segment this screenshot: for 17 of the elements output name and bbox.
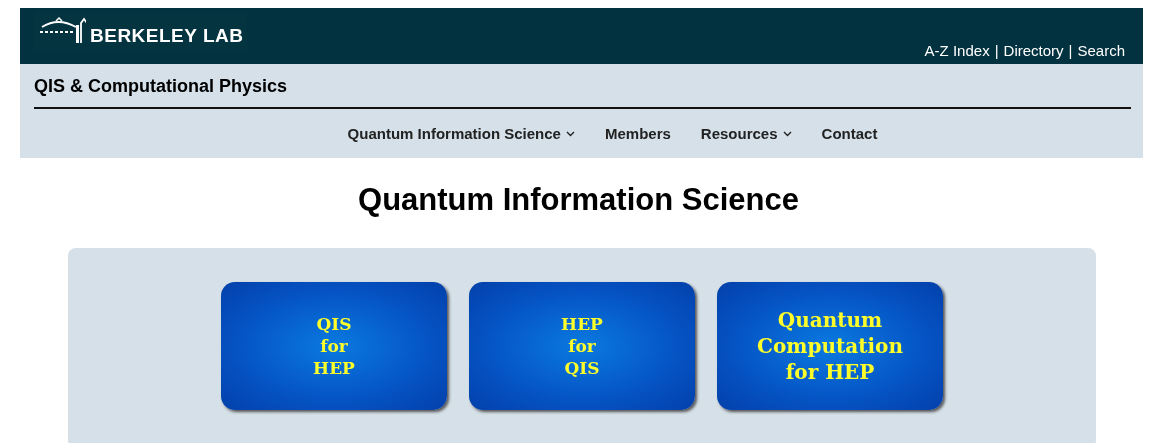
page-title: Quantum Information Science xyxy=(357,181,800,219)
link-separator: | xyxy=(994,42,999,59)
topic-tile[interactable]: HEP for QIS xyxy=(469,282,695,410)
caret-icon xyxy=(565,130,575,137)
nav-link[interactable]: Members xyxy=(604,125,671,142)
topic-tile[interactable]: QIS for HEP xyxy=(221,282,447,410)
site-title: QIS & Computational Physics xyxy=(34,75,289,96)
nav-link[interactable]: Contact xyxy=(821,125,878,142)
link-separator: | xyxy=(1068,42,1073,59)
building-icon xyxy=(38,15,86,45)
header-link[interactable]: Search xyxy=(1077,42,1125,59)
nav-link[interactable]: Resources xyxy=(700,125,792,142)
header-link[interactable]: Directory xyxy=(1003,42,1064,59)
nav-link[interactable]: Quantum Information Science xyxy=(347,125,575,142)
topic-tile[interactable]: Quantum Computation for HEP xyxy=(717,282,943,410)
caret-icon xyxy=(782,130,792,137)
header-link[interactable]: A-Z Index xyxy=(924,42,990,59)
